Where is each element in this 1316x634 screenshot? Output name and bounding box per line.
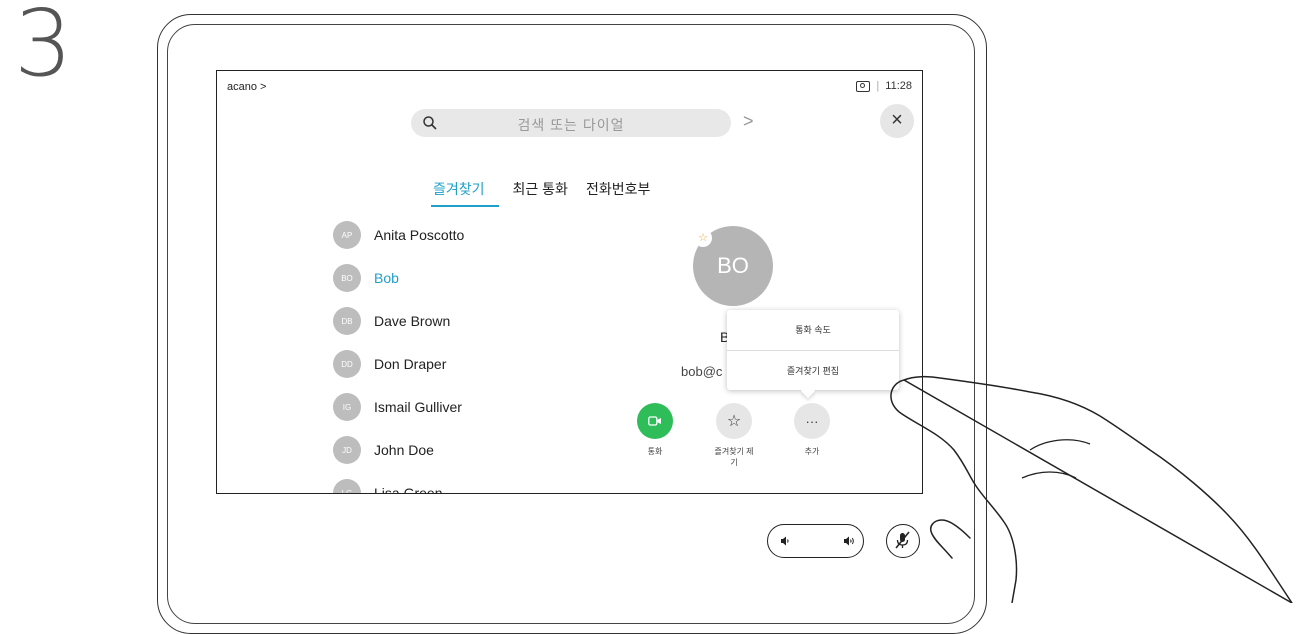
- remove-favorite-button[interactable]: ☆: [716, 403, 752, 439]
- more-label: 추가: [804, 447, 820, 456]
- contact-name: Dave Brown: [374, 313, 451, 329]
- call-label: 통화: [647, 447, 663, 456]
- contact-row[interactable]: AP Anita Poscotto: [333, 221, 464, 249]
- favorite-star-icon: ☆: [694, 229, 712, 247]
- contact-row[interactable]: DB Dave Brown: [333, 307, 450, 335]
- menu-item-edit-favorite[interactable]: 즐겨찾기 편집: [727, 350, 899, 391]
- remove-favorite-label: 즐겨찾기 제 기: [714, 447, 754, 467]
- contact-name: Lisa Green: [374, 485, 443, 494]
- menu-item-call-rate[interactable]: 통화 속도: [727, 310, 899, 350]
- step-number: 3: [14, 0, 73, 97]
- search-placeholder: 검색 또는 다이얼: [517, 117, 625, 133]
- status-separator: |: [876, 80, 880, 92]
- avatar: DB: [333, 307, 361, 335]
- contact-row[interactable]: IG Ismail Gulliver: [333, 393, 462, 421]
- tab-recents[interactable]: 최근 통화: [509, 179, 572, 207]
- clock: 11:28: [885, 80, 912, 92]
- search-field[interactable]: 검색 또는 다이얼: [411, 109, 731, 137]
- contact-name: John Doe: [374, 442, 434, 458]
- avatar: LG: [333, 479, 361, 493]
- contact-row[interactable]: DD Don Draper: [333, 350, 446, 378]
- contact-name: Bob: [374, 270, 399, 286]
- hand-pointer-illustration: [890, 375, 1293, 603]
- tab-favorites[interactable]: 즐겨찾기: [431, 179, 499, 207]
- volume-up-icon[interactable]: [843, 535, 856, 547]
- breadcrumb[interactable]: acano >: [227, 81, 266, 93]
- more-button[interactable]: ···: [794, 403, 830, 439]
- dial-next-button[interactable]: >: [743, 111, 754, 132]
- volume-down-icon[interactable]: [780, 535, 790, 547]
- selfview-icon[interactable]: [856, 80, 871, 92]
- avatar: JD: [333, 436, 361, 464]
- avatar: IG: [333, 393, 361, 421]
- avatar: BO: [333, 264, 361, 292]
- contact-name: Don Draper: [374, 356, 447, 372]
- detail-email: bob@c: [681, 364, 723, 379]
- close-button[interactable]: ×: [880, 104, 914, 138]
- contact-row[interactable]: LG Lisa Green: [333, 479, 443, 494]
- volume-control[interactable]: [767, 524, 864, 558]
- ellipsis-icon: ···: [805, 413, 819, 429]
- call-button[interactable]: [637, 403, 673, 439]
- contact-row[interactable]: JD John Doe: [333, 436, 434, 464]
- tab-bar: 즐겨찾기 최근 통화 전화번호부: [431, 179, 731, 207]
- contact-name: Ismail Gulliver: [374, 399, 462, 415]
- star-icon: ☆: [726, 413, 742, 430]
- tab-directory[interactable]: 전화번호부: [582, 179, 654, 207]
- avatar: DD: [333, 350, 361, 378]
- touch-screen: acano > | 11:28 검색 또는 다이얼 > × 즐겨찾기 최근 통화…: [216, 70, 923, 494]
- contact-name: Anita Poscotto: [374, 227, 465, 243]
- more-menu-popup: 통화 속도 즐겨찾기 편집: [727, 310, 899, 399]
- avatar: AP: [333, 221, 361, 249]
- status-area: | 11:28: [856, 80, 912, 92]
- video-camera-icon: [648, 416, 661, 426]
- contact-row[interactable]: BO Bob: [333, 264, 399, 292]
